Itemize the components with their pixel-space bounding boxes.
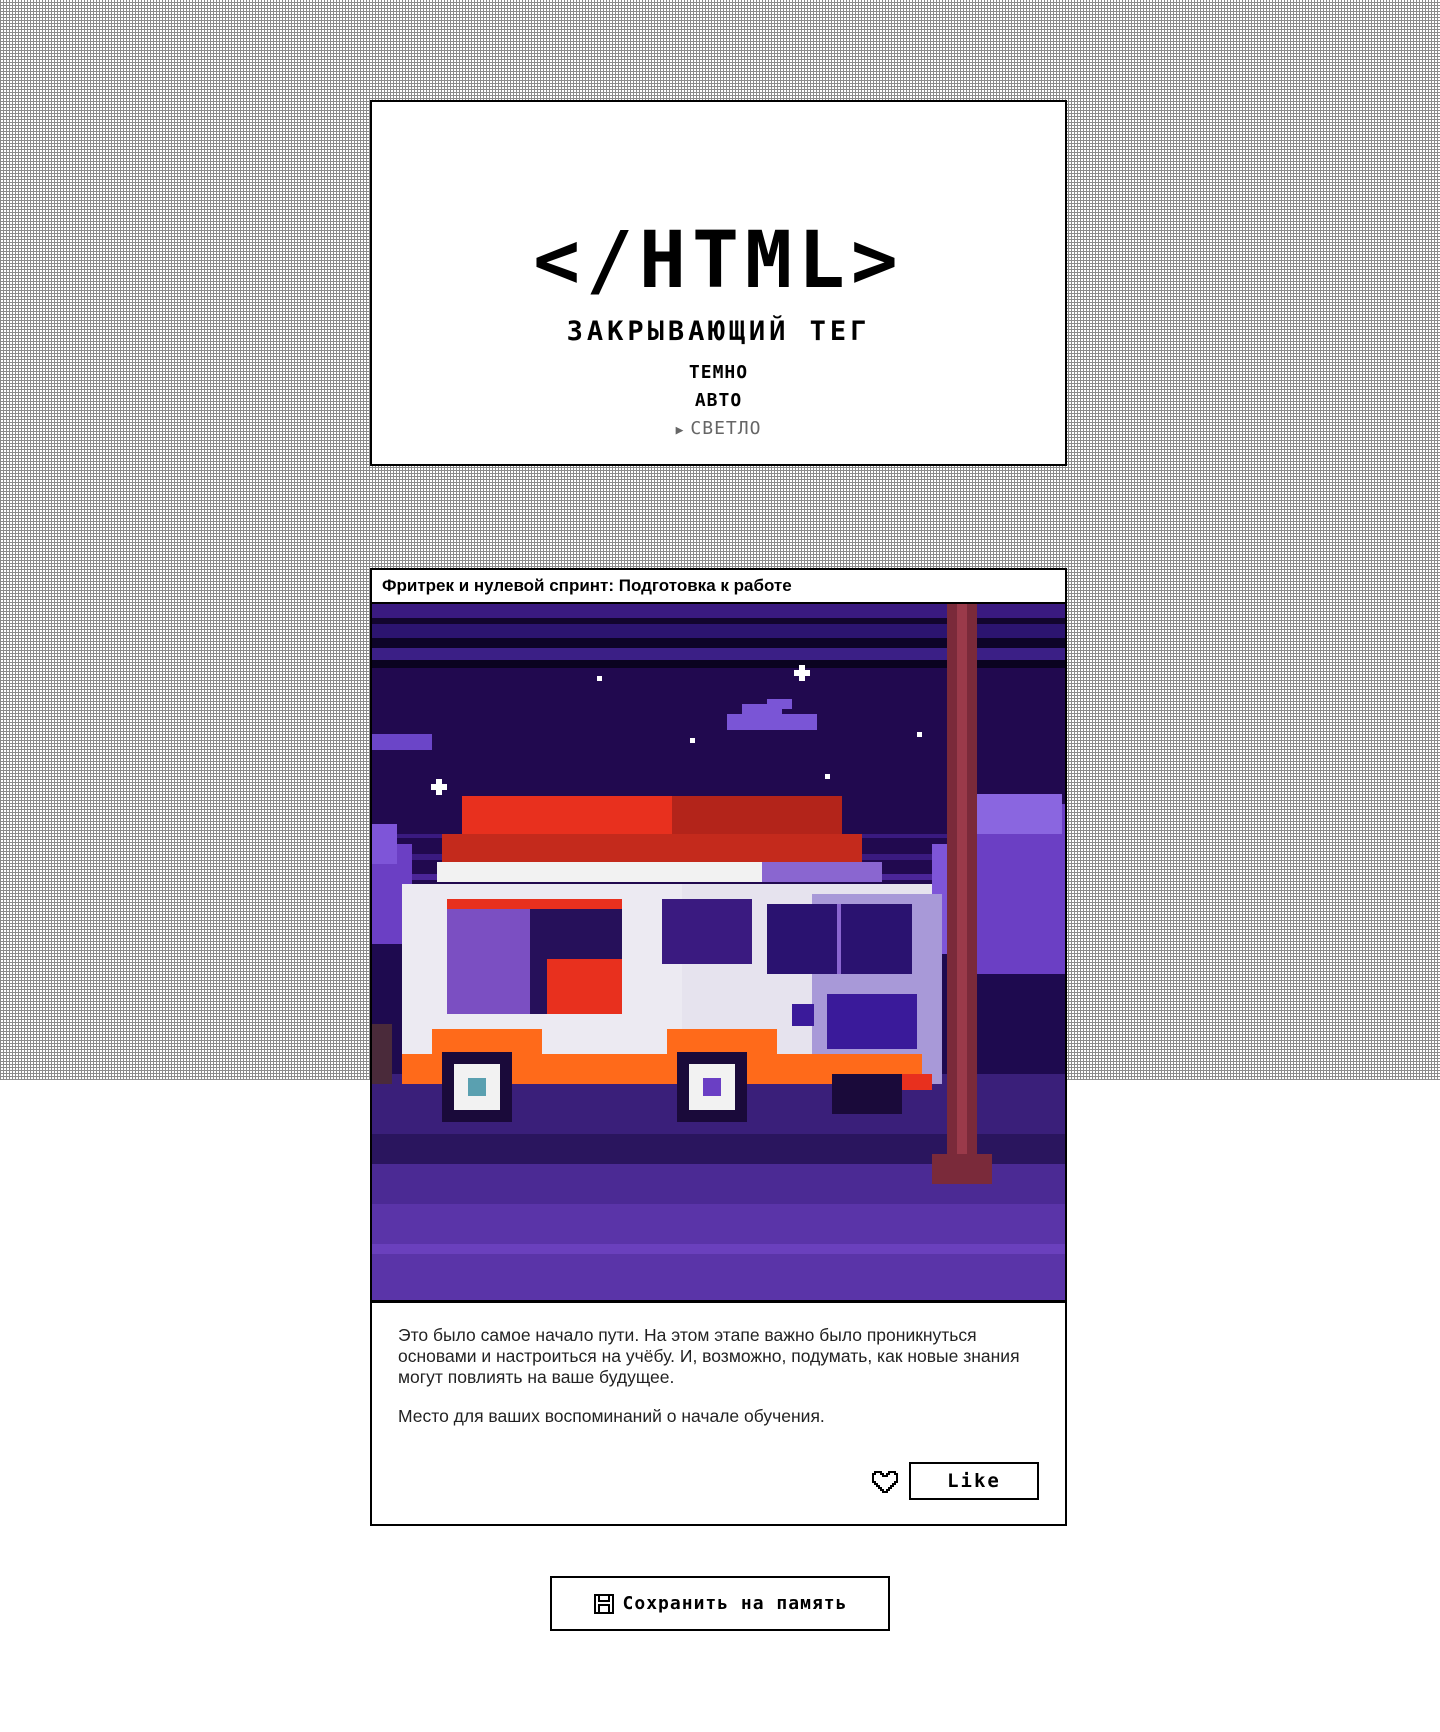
site-subtitle: ЗАКРЫВАЮЩИЙ ТЕГ — [566, 316, 871, 347]
theme-option-auto[interactable]: АВТО — [372, 387, 1065, 415]
theme-option-dark[interactable]: ТЕМНО — [372, 359, 1065, 387]
save-button-label: Сохранить на память — [622, 1593, 848, 1614]
like-button[interactable]: Like — [909, 1462, 1039, 1500]
card-body: Это было самое начало пути. На этом этап… — [372, 1303, 1065, 1427]
site-header: </HTML> ЗАКРЫВАЮЩИЙ ТЕГ ТЕМНО АВТО ▶ СВЕТ… — [370, 100, 1067, 466]
site-logo[interactable]: </HTML> — [372, 222, 1065, 300]
heart-icon[interactable] — [871, 1468, 899, 1494]
card-actions: Like — [871, 1462, 1039, 1500]
theme-switcher: ТЕМНО АВТО ▶ СВЕТЛО — [372, 359, 1065, 443]
card-paragraph: Это было самое начало пути. На этом этап… — [398, 1325, 1020, 1387]
save-memory-button[interactable]: Сохранить на память — [550, 1576, 890, 1631]
card-paragraph-note: Место для ваших воспоминаний о начале об… — [398, 1406, 825, 1426]
card-title: Фритрек и нулевой спринт: Подготовка к р… — [372, 570, 1065, 604]
floppy-disk-icon — [593, 1593, 614, 1614]
pixel-art-food-truck-illustration — [372, 604, 1065, 1303]
memory-card: Фритрек и нулевой спринт: Подготовка к р… — [370, 568, 1067, 1526]
triangle-right-icon: ▶ — [675, 423, 685, 438]
theme-option-light-label: СВЕТЛО — [690, 418, 762, 439]
theme-option-light[interactable]: ▶ СВЕТЛО — [372, 415, 1065, 443]
